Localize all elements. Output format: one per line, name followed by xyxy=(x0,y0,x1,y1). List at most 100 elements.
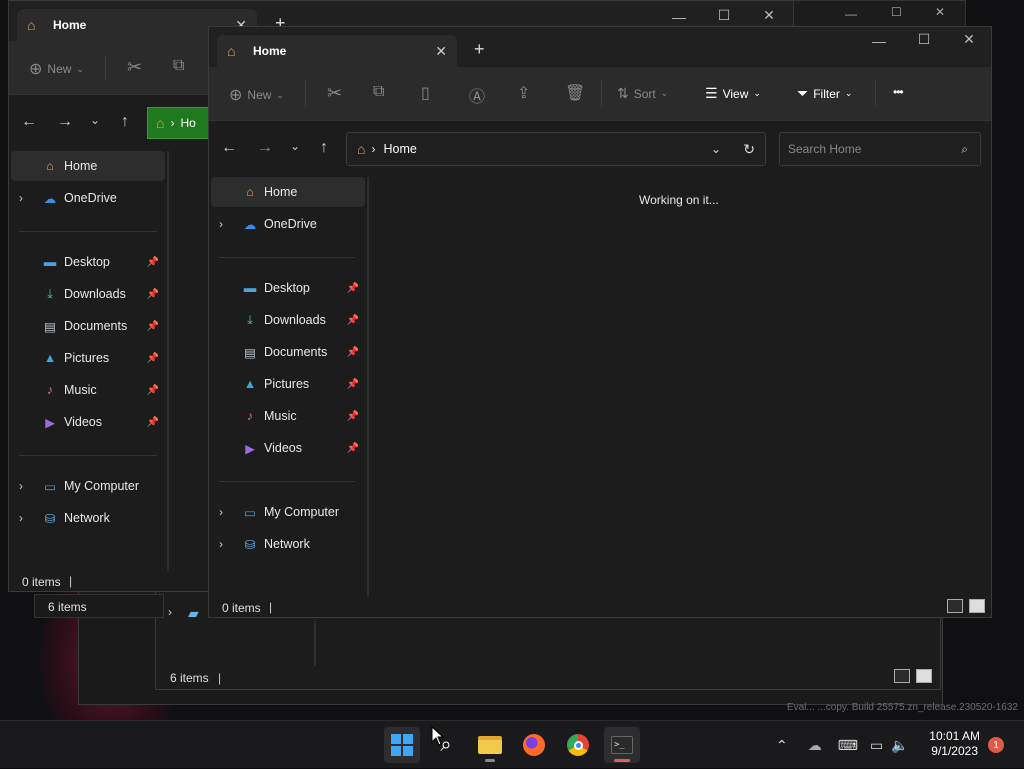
back-button[interactable]: ← xyxy=(219,139,239,157)
pin-icon[interactable]: 📌 xyxy=(347,411,359,422)
sidebar-item-documents[interactable]: ▤ Documents 📌 xyxy=(11,311,165,341)
up-button[interactable]: ↑ xyxy=(115,113,135,131)
chevron-right-icon[interactable]: › xyxy=(19,511,23,525)
sidebar-item-onedrive[interactable]: › ☁ OneDrive xyxy=(11,183,165,213)
sidebar-item-my-computer[interactable]: › ▭ My Computer xyxy=(211,497,365,527)
cut-icon[interactable]: ✂ xyxy=(327,83,342,104)
sidebar-item-pictures[interactable]: ▲ Pictures 📌 xyxy=(11,343,165,373)
taskbar-file-explorer[interactable] xyxy=(472,727,508,763)
minimize-icon[interactable]: — xyxy=(845,7,857,21)
delete-icon[interactable]: 🗑 xyxy=(565,83,585,103)
network-status-icon[interactable]: ▭ xyxy=(870,737,883,754)
sidebar-item-music[interactable]: ♪ Music 📌 xyxy=(11,375,165,405)
tiles-view-icon[interactable] xyxy=(969,599,985,613)
view-button[interactable]: ☰ View ⌄ xyxy=(705,85,761,102)
close-tab-icon[interactable]: ✕ xyxy=(435,43,447,60)
minimize-icon[interactable]: — xyxy=(869,33,889,49)
taskbar-firefox[interactable] xyxy=(516,727,552,763)
details-view-icon[interactable] xyxy=(947,599,963,613)
tiles-view-icon[interactable] xyxy=(916,669,932,683)
chevron-right-icon[interactable]: › xyxy=(219,505,223,519)
pin-icon[interactable]: 📌 xyxy=(147,385,159,396)
close-icon[interactable]: ✕ xyxy=(759,7,779,24)
refresh-icon[interactable]: ↻ xyxy=(743,141,755,158)
clock[interactable]: 10:01 AM 9/1/2023 xyxy=(929,729,980,759)
recent-locations-button[interactable]: ⌄ xyxy=(285,139,305,153)
chevron-right-icon[interactable]: › xyxy=(219,537,223,551)
filter-button[interactable]: ⏷ Filter ⌄ xyxy=(797,85,852,102)
sidebar-item-home[interactable]: ⌂ Home xyxy=(11,151,165,181)
search-icon[interactable]: ⌕ xyxy=(961,142,968,157)
taskbar-chrome[interactable] xyxy=(560,727,596,763)
forward-button[interactable]: → xyxy=(55,113,75,131)
back-button[interactable]: ← xyxy=(19,113,39,131)
show-hidden-icons-icon[interactable]: ⌃ xyxy=(776,737,788,754)
share-icon[interactable]: ⇪ xyxy=(517,83,530,103)
sidebar-item-desktop[interactable]: ▬ Desktop 📌 xyxy=(11,247,165,277)
recent-locations-button[interactable]: ⌄ xyxy=(85,113,105,127)
sidebar-item-videos[interactable]: ▶ Videos 📌 xyxy=(11,407,165,437)
search-box[interactable]: ⌕ xyxy=(779,132,981,166)
pin-icon[interactable]: 📌 xyxy=(347,315,359,326)
chevron-right-icon[interactable]: › xyxy=(19,191,23,205)
chevron-right-icon[interactable]: › xyxy=(168,605,172,619)
volume-icon[interactable]: 🔈 xyxy=(891,737,908,754)
pin-icon[interactable]: 📌 xyxy=(347,347,359,358)
copy-icon[interactable]: ⧉ xyxy=(173,57,184,75)
new-tab-button[interactable]: + xyxy=(474,39,485,60)
sort-button[interactable]: ⇅ Sort ⌄ xyxy=(617,85,668,102)
sidebar-item-my-computer[interactable]: › ▭ My Computer xyxy=(11,471,165,501)
cut-icon[interactable]: ✂ xyxy=(127,57,142,78)
pin-icon[interactable]: 📌 xyxy=(347,283,359,294)
keyboard-icon[interactable]: ⌨ xyxy=(838,737,858,754)
sidebar-item-music[interactable]: ♪ Music 📌 xyxy=(211,401,365,431)
forward-button[interactable]: → xyxy=(255,139,275,157)
close-icon[interactable]: ✕ xyxy=(935,5,945,19)
maximize-icon[interactable]: ☐ xyxy=(891,5,902,19)
rename-icon[interactable]: Ⓐ xyxy=(469,83,485,107)
chevron-right-icon[interactable]: › xyxy=(219,217,223,231)
copy-icon[interactable]: ⧉ xyxy=(373,83,384,101)
up-button[interactable]: ↑ xyxy=(314,139,334,157)
tab-home[interactable]: ⌂ Home ✕ xyxy=(217,35,457,67)
details-view-icon[interactable] xyxy=(894,669,910,683)
sidebar-item-onedrive[interactable]: › ☁ OneDrive xyxy=(211,209,365,239)
desktop-icon: ▬ xyxy=(243,281,257,295)
sidebar-item-network[interactable]: › ⛁ Network xyxy=(11,503,165,533)
address-bar[interactable]: ⌂ › Home ⌄ ↻ xyxy=(346,132,766,166)
search-input[interactable] xyxy=(780,142,940,156)
maximize-icon[interactable]: ☐ xyxy=(714,7,734,24)
taskbar-terminal[interactable]: >_ xyxy=(604,727,640,763)
close-icon[interactable]: ✕ xyxy=(959,31,979,48)
chevron-right-icon[interactable]: › xyxy=(19,479,23,493)
new-button[interactable]: ⊕ New ⌄ xyxy=(29,59,84,79)
sidebar-item-label: OneDrive xyxy=(64,191,117,205)
notification-badge[interactable]: 1 xyxy=(988,737,1004,753)
sidebar-item-documents[interactable]: ▤ Documents 📌 xyxy=(211,337,365,367)
pin-icon[interactable]: 📌 xyxy=(147,257,159,268)
status-item-count: 6 items xyxy=(170,671,209,685)
more-options-button[interactable]: ••• xyxy=(893,85,904,99)
pin-icon[interactable]: 📌 xyxy=(347,443,359,454)
pin-icon[interactable]: 📌 xyxy=(347,379,359,390)
sidebar-item-home[interactable]: ⌂ Home xyxy=(211,177,365,207)
paste-icon[interactable]: ▯ xyxy=(421,83,430,103)
sidebar-item-desktop[interactable]: ▬ Desktop 📌 xyxy=(211,273,365,303)
sidebar-item-downloads[interactable]: ⤓ Downloads 📌 xyxy=(211,305,365,335)
onedrive-status-icon[interactable]: ☁ xyxy=(808,737,822,754)
pin-icon[interactable]: 📌 xyxy=(147,321,159,332)
sidebar-item-pictures[interactable]: ▲ Pictures 📌 xyxy=(211,369,365,399)
maximize-icon[interactable]: ☐ xyxy=(914,31,934,48)
minimize-icon[interactable]: — xyxy=(669,9,689,25)
content-area[interactable]: Working on it... xyxy=(371,177,991,597)
sidebar-item-videos[interactable]: ▶ Videos 📌 xyxy=(211,433,365,463)
new-button[interactable]: ⊕ New ⌄ xyxy=(229,85,284,105)
pin-icon[interactable]: 📌 xyxy=(147,353,159,364)
address-dropdown-icon[interactable]: ⌄ xyxy=(711,142,721,156)
pin-icon[interactable]: 📌 xyxy=(147,417,159,428)
sidebar-item-network[interactable]: › ⛁ Network xyxy=(211,529,365,559)
start-button[interactable] xyxy=(384,727,420,763)
pin-icon[interactable]: 📌 xyxy=(147,289,159,300)
sidebar-item-downloads[interactable]: ⤓ Downloads 📌 xyxy=(11,279,165,309)
tab-label: Home xyxy=(253,44,287,58)
